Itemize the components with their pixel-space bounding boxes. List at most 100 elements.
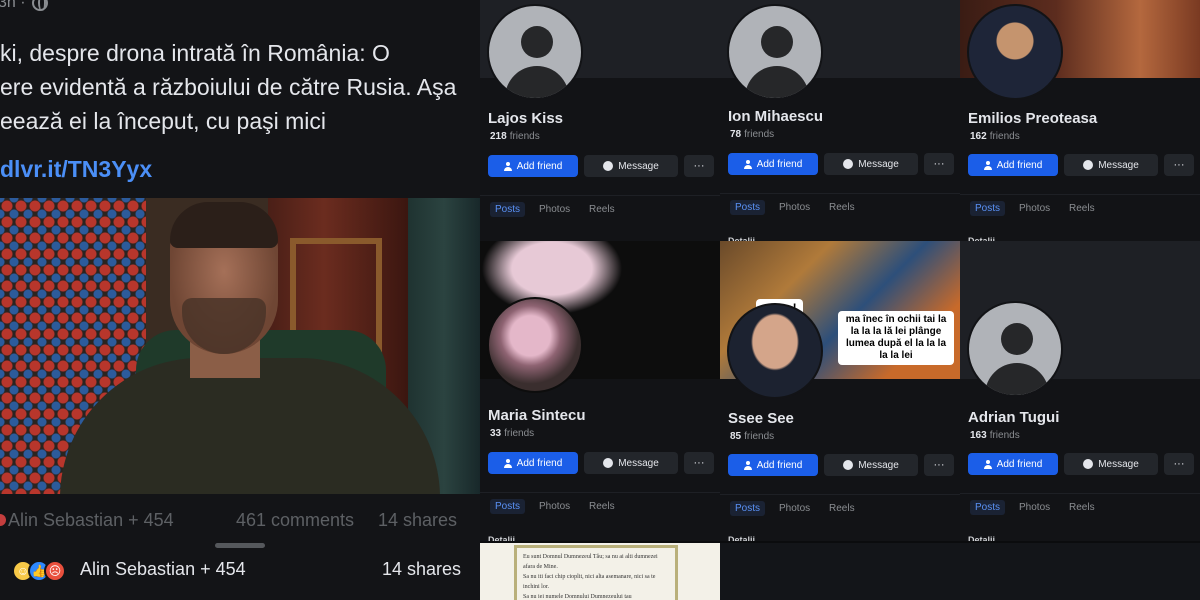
- avatar[interactable]: [487, 4, 583, 100]
- globe-icon: [31, 0, 48, 11]
- tab-reels[interactable]: Reels: [589, 501, 615, 512]
- more-options-button[interactable]: ···: [1164, 453, 1194, 475]
- post-meta: 3h ·: [0, 0, 48, 12]
- angry-icon: ☹: [44, 560, 66, 582]
- shares-count-faded[interactable]: 14 shares: [378, 510, 457, 531]
- sheet-drag-handle[interactable]: [215, 543, 265, 548]
- profile-tabs: Posts Photos Reels: [960, 194, 1200, 224]
- message-button[interactable]: Message: [1064, 154, 1158, 176]
- profile-name[interactable]: Emilios Preoteasa: [968, 110, 1097, 127]
- avatar[interactable]: [727, 303, 823, 399]
- tab-reels[interactable]: Reels: [829, 503, 855, 514]
- tab-reels[interactable]: Reels: [589, 204, 615, 215]
- add-friend-button[interactable]: Add friend: [488, 155, 578, 177]
- profile-tabs: Posts Photos Reels: [720, 193, 960, 223]
- add-person-icon: [503, 161, 512, 171]
- doc-line: Sa nu iti faci chip cioplit, nici alta a…: [523, 574, 656, 590]
- more-options-button[interactable]: ···: [684, 155, 714, 177]
- post-link[interactable]: dlvr.it/TN3Yyx: [0, 156, 152, 183]
- post-stats: ☺ 👍 ☹ Alin Sebastian + 454 14 shares: [0, 558, 480, 584]
- details-heading: Detalii: [488, 535, 516, 541]
- message-button[interactable]: Message: [824, 153, 918, 175]
- empty-tile: [720, 543, 1200, 600]
- messenger-icon: [843, 159, 854, 169]
- person-hair: [170, 202, 278, 248]
- messenger-icon: [1083, 459, 1094, 469]
- details-heading: Detalii: [728, 535, 756, 541]
- profile-tabs: Posts Photos Reels: [720, 494, 960, 524]
- tab-posts[interactable]: Posts: [730, 200, 766, 215]
- messenger-icon: [1083, 160, 1094, 170]
- friends-count: 33 friends: [490, 428, 535, 439]
- add-friend-button[interactable]: Add friend: [968, 453, 1058, 475]
- tab-photos[interactable]: Photos: [1019, 203, 1050, 214]
- message-button[interactable]: Message: [824, 454, 918, 476]
- tab-reels[interactable]: Reels: [1069, 502, 1095, 513]
- add-person-icon: [983, 160, 992, 170]
- more-options-button[interactable]: ···: [684, 452, 714, 474]
- tab-posts[interactable]: Posts: [970, 201, 1006, 216]
- avatar[interactable]: [967, 4, 1063, 100]
- profile-card: ...nec! ma înec în ochii tai la la la la…: [720, 241, 960, 541]
- profile-name[interactable]: Ion Mihaescu: [728, 108, 823, 125]
- avatar[interactable]: [967, 301, 1063, 397]
- friends-count: 163 friends: [970, 430, 1020, 441]
- post-text: ki, despre drona intrată în România: O e…: [0, 40, 457, 134]
- friends-count: 78 friends: [730, 129, 775, 140]
- tab-reels[interactable]: Reels: [1069, 203, 1095, 214]
- add-friend-button[interactable]: Add friend: [968, 154, 1058, 176]
- profile-tabs: Posts Photos Reels: [480, 492, 720, 522]
- post-panel: 3h · ki, despre drona intrată în România…: [0, 0, 480, 600]
- profile-name[interactable]: Lajos Kiss: [488, 110, 563, 127]
- more-options-button[interactable]: ···: [924, 454, 954, 476]
- tab-posts[interactable]: Posts: [490, 499, 526, 514]
- friends-count: 218 friends: [490, 131, 540, 142]
- reaction-icons[interactable]: ☺ 👍 ☹: [12, 560, 66, 582]
- add-friend-button[interactable]: Add friend: [728, 454, 818, 476]
- tab-posts[interactable]: Posts: [970, 500, 1006, 515]
- reactor-text[interactable]: Alin Sebastian + 454: [80, 559, 246, 580]
- tab-photos[interactable]: Photos: [539, 204, 570, 215]
- add-friend-button[interactable]: Add friend: [728, 153, 818, 175]
- profile-name[interactable]: Adrian Tugui: [968, 409, 1059, 426]
- tab-reels[interactable]: Reels: [829, 202, 855, 213]
- doc-line: Eu sunt Domnul Dumnezeul Tău; sa nu ai a…: [523, 554, 658, 570]
- profile-card: Maria Sintecu 33 friends Add friend Messa…: [480, 241, 720, 541]
- avatar[interactable]: [487, 297, 583, 393]
- details-heading: Detalii: [968, 535, 996, 541]
- comments-count-faded[interactable]: 461 comments: [236, 510, 354, 531]
- friends-count: 162 friends: [970, 131, 1020, 142]
- tab-posts[interactable]: Posts: [490, 202, 526, 217]
- message-button[interactable]: Message: [1064, 453, 1158, 475]
- post-video[interactable]: [0, 198, 480, 494]
- add-person-icon: [743, 460, 752, 470]
- angry-icon: [0, 514, 6, 526]
- message-button[interactable]: Message: [584, 155, 678, 177]
- shares-count[interactable]: 14 shares: [382, 559, 461, 580]
- profile-card: Adrian Tugui 163 friends Add friend Messa…: [960, 241, 1200, 541]
- profile-name[interactable]: Maria Sintecu: [488, 407, 586, 424]
- profile-tabs: Posts Photos Reels: [960, 493, 1200, 523]
- add-friend-button[interactable]: Add friend: [488, 452, 578, 474]
- add-person-icon: [983, 459, 992, 469]
- avatar[interactable]: [727, 4, 823, 100]
- document-image[interactable]: Eu sunt Domnul Dumnezeul Tău; sa nu ai a…: [480, 543, 720, 600]
- friends-count: 85 friends: [730, 431, 775, 442]
- profile-name[interactable]: Ssee See: [728, 410, 794, 427]
- reactor-text-faded: Alin Sebastian + 454: [8, 510, 174, 530]
- more-options-button[interactable]: ···: [1164, 154, 1194, 176]
- doc-line: Sa nu iei numele Domnului Dumnezeului ta…: [523, 594, 632, 600]
- tab-photos[interactable]: Photos: [779, 503, 810, 514]
- profile-tabs: Posts Photos Reels: [480, 195, 720, 225]
- tab-posts[interactable]: Posts: [730, 501, 766, 516]
- tab-photos[interactable]: Photos: [539, 501, 570, 512]
- messenger-icon: [843, 460, 854, 470]
- tab-photos[interactable]: Photos: [779, 202, 810, 213]
- tab-photos[interactable]: Photos: [1019, 502, 1050, 513]
- add-person-icon: [503, 458, 512, 468]
- message-button[interactable]: Message: [584, 452, 678, 474]
- more-options-button[interactable]: ···: [924, 153, 954, 175]
- messenger-icon: [603, 458, 614, 468]
- messenger-icon: [603, 161, 614, 171]
- meme-caption: ma înec în ochii tai la la la la lă lei …: [838, 311, 954, 365]
